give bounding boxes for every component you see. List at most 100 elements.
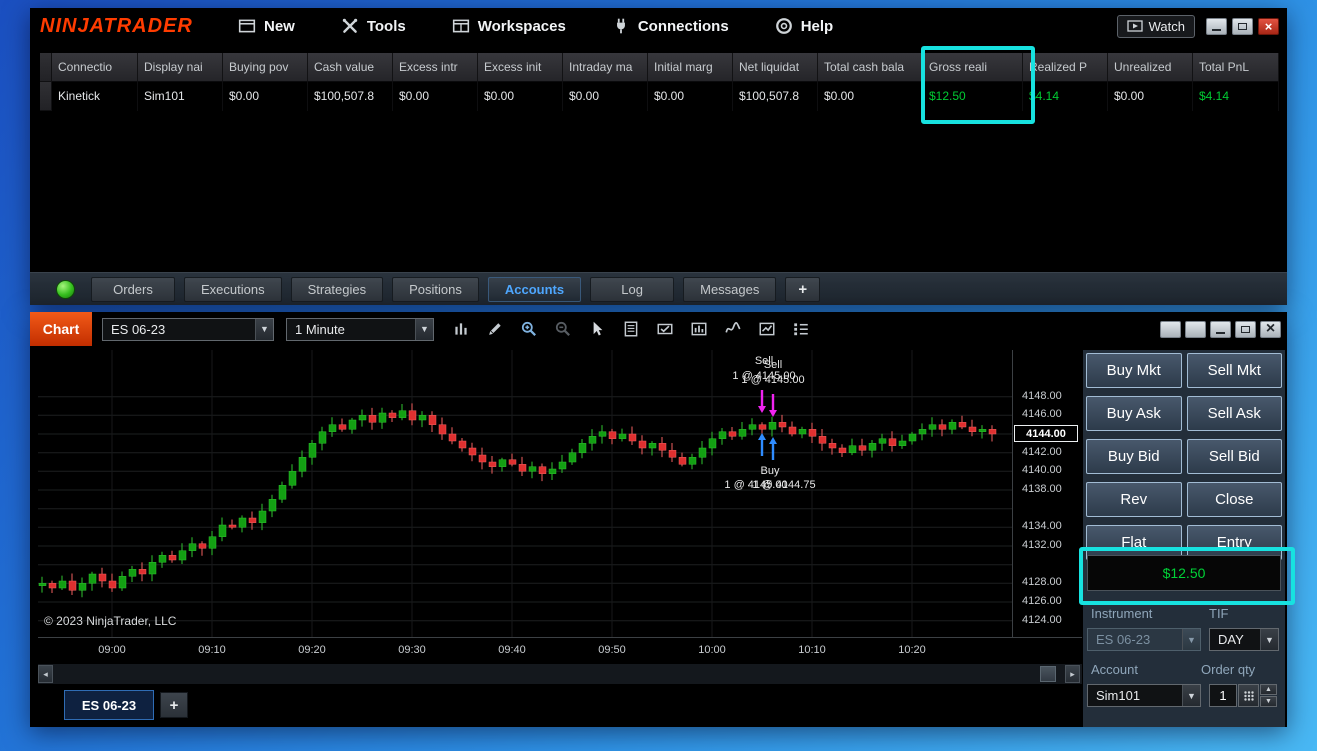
time-label: 09:00: [98, 644, 126, 656]
price-axis[interactable]: 4144.00 4148.00 4146.00 4142.00 4140.00 4138…: [1012, 350, 1082, 637]
chart-tab-es-06-23[interactable]: ES 06-23: [64, 690, 154, 720]
data-box-button[interactable]: [620, 318, 642, 340]
cc-tab-log[interactable]: Log: [590, 276, 675, 302]
chart-instrument-dropdown[interactable]: ES 06-23 ▼: [102, 317, 274, 341]
chart-maximize-button[interactable]: [1235, 320, 1256, 338]
column-header-net-liquidat[interactable]: Net liquidat: [733, 53, 818, 82]
column-header-intraday-ma[interactable]: Intraday ma: [563, 53, 648, 82]
chart-style-button[interactable]: [450, 318, 472, 340]
drawing-tools-button[interactable]: [484, 318, 506, 340]
chart-minimize-button[interactable]: [1210, 320, 1231, 338]
trader-instrument-dropdown[interactable]: ES 06-23 ▼: [1087, 628, 1201, 651]
strategies-button[interactable]: [756, 318, 778, 340]
zoom-out-icon: [555, 321, 570, 336]
cursor-button[interactable]: [586, 318, 608, 340]
cc-tab-positions[interactable]: Positions: [392, 276, 479, 302]
price-label: 4146.00: [1022, 408, 1062, 421]
menu-connections[interactable]: Connections: [612, 17, 729, 35]
qty-keypad-button[interactable]: [1238, 684, 1259, 707]
column-header-excess-init[interactable]: Excess init: [478, 53, 563, 82]
tif-value: DAY: [1218, 632, 1244, 647]
order-qty-input[interactable]: 1: [1209, 684, 1237, 707]
column-header-display-nai[interactable]: Display nai: [138, 53, 223, 82]
row-selector[interactable]: [40, 82, 52, 111]
cell-connectio: Kinetick: [52, 82, 138, 111]
column-header-buying-pov[interactable]: Buying pov: [223, 53, 308, 82]
column-header-realized-p[interactable]: Realized P: [1023, 53, 1108, 82]
alerts-button[interactable]: [654, 318, 676, 340]
time-axis[interactable]: 09:00 09:10 09:20 09:30 09:40 09:50 10:00 10:10…: [38, 638, 1082, 664]
cc-tab-messages[interactable]: Messages: [683, 276, 777, 302]
chart-interval-dropdown[interactable]: 1 Minute ▼: [286, 317, 434, 341]
zoom-out-button[interactable]: [552, 318, 574, 340]
help-icon: [775, 17, 793, 35]
cc-tab-add[interactable]: +: [785, 276, 821, 302]
chart-titlebar: Chart ES 06-23 ▼ 1 Minute ▼ ×: [30, 312, 1287, 346]
column-header-gross-reali[interactable]: Gross reali: [923, 53, 1023, 82]
trader-rev-button[interactable]: Rev: [1086, 482, 1182, 517]
last-price-marker: 4144.00: [1014, 425, 1078, 442]
properties-button[interactable]: [790, 318, 812, 340]
trader-buy-bid-button[interactable]: Buy Bid: [1086, 439, 1182, 474]
qty-increment-button[interactable]: ▲: [1260, 684, 1277, 695]
chart-close-button[interactable]: ×: [1260, 320, 1281, 338]
scroll-left-button[interactable]: ◂: [38, 665, 53, 683]
menu-tools[interactable]: Tools: [341, 17, 406, 35]
price-label: 4124.00: [1022, 613, 1062, 626]
menu-workspaces[interactable]: Workspaces: [452, 17, 566, 35]
account-dropdown[interactable]: Sim101 ▼: [1087, 684, 1201, 707]
column-header-total-pnl[interactable]: Total PnL: [1193, 53, 1279, 82]
column-header-total-cash-bala[interactable]: Total cash bala: [818, 53, 923, 82]
cc-tab-orders[interactable]: Orders: [91, 276, 175, 302]
cell-cash-value: $100,507.8: [308, 82, 393, 111]
window-option-button-2[interactable]: [1185, 320, 1206, 338]
cc-tab-strategies[interactable]: Strategies: [290, 276, 384, 302]
table-row[interactable]: Kinetick Sim101 $0.00 $100,507.8 $0.00 $0.00 $…: [40, 82, 1279, 111]
connections-icon: [612, 17, 630, 35]
qty-decrement-button[interactable]: ▼: [1260, 696, 1277, 707]
scrollbar-thumb[interactable]: [1040, 666, 1056, 682]
maximize-button[interactable]: [1232, 17, 1253, 35]
account-label: Account: [1091, 662, 1138, 677]
add-chart-tab-button[interactable]: +: [160, 692, 188, 718]
keypad-icon: [1243, 690, 1254, 701]
cc-titlebar: NINJATRADER New Tools Workspaces Connect…: [30, 8, 1287, 44]
column-header-unrealized[interactable]: Unrealized: [1108, 53, 1193, 82]
zoom-in-icon: [521, 321, 536, 336]
column-header-initial-marg[interactable]: Initial marg: [648, 53, 733, 82]
tif-dropdown[interactable]: DAY ▼: [1209, 628, 1279, 651]
time-label: 09:30: [398, 644, 426, 656]
chart-interval-value: 1 Minute: [295, 321, 345, 337]
trader-sell-mkt-button[interactable]: Sell Mkt: [1186, 353, 1282, 388]
maximize-icon: [1241, 325, 1250, 333]
trader-buy-mkt-button[interactable]: Buy Mkt: [1086, 353, 1182, 388]
trader-close-button[interactable]: Close: [1186, 482, 1282, 517]
order-buttons-grid: Buy Mkt Sell Mkt Buy Ask Sell Ask Buy Bid Sel…: [1086, 353, 1282, 560]
menu-new[interactable]: New: [238, 17, 295, 35]
trader-buy-ask-button[interactable]: Buy Ask: [1086, 396, 1182, 431]
control-center-window: NINJATRADER New Tools Workspaces Connect…: [30, 8, 1287, 305]
tif-label: TIF: [1209, 606, 1229, 621]
close-button[interactable]: ×: [1258, 17, 1279, 35]
minimize-button[interactable]: [1206, 17, 1227, 35]
alerts-icon: [657, 323, 673, 335]
cc-tab-accounts[interactable]: Accounts: [487, 276, 582, 302]
menu-help[interactable]: Help: [775, 17, 833, 35]
column-header-connectio[interactable]: Connectio: [52, 53, 138, 82]
watch-button[interactable]: Watch: [1116, 14, 1195, 38]
time-label: 09:40: [498, 644, 526, 656]
chart-plot-area[interactable]: SellSell1 @ 4145.001 @ 4145.00Buy1 @ 414…: [38, 350, 1012, 637]
window-option-button-1[interactable]: [1160, 320, 1181, 338]
trader-sell-ask-button[interactable]: Sell Ask: [1186, 396, 1282, 431]
indicators-button[interactable]: [722, 318, 744, 340]
chart-window-button[interactable]: [688, 318, 710, 340]
scroll-right-button[interactable]: ▸: [1065, 665, 1080, 683]
time-label: 09:10: [198, 644, 226, 656]
trader-sell-bid-button[interactable]: Sell Bid: [1186, 439, 1282, 474]
chart-style-icon: [455, 323, 467, 335]
zoom-in-button[interactable]: [518, 318, 540, 340]
instrument-label: Instrument: [1091, 606, 1153, 621]
column-header-cash-value[interactable]: Cash value: [308, 53, 393, 82]
cc-tab-executions[interactable]: Executions: [184, 276, 282, 302]
column-header-excess-intr[interactable]: Excess intr: [393, 53, 478, 82]
